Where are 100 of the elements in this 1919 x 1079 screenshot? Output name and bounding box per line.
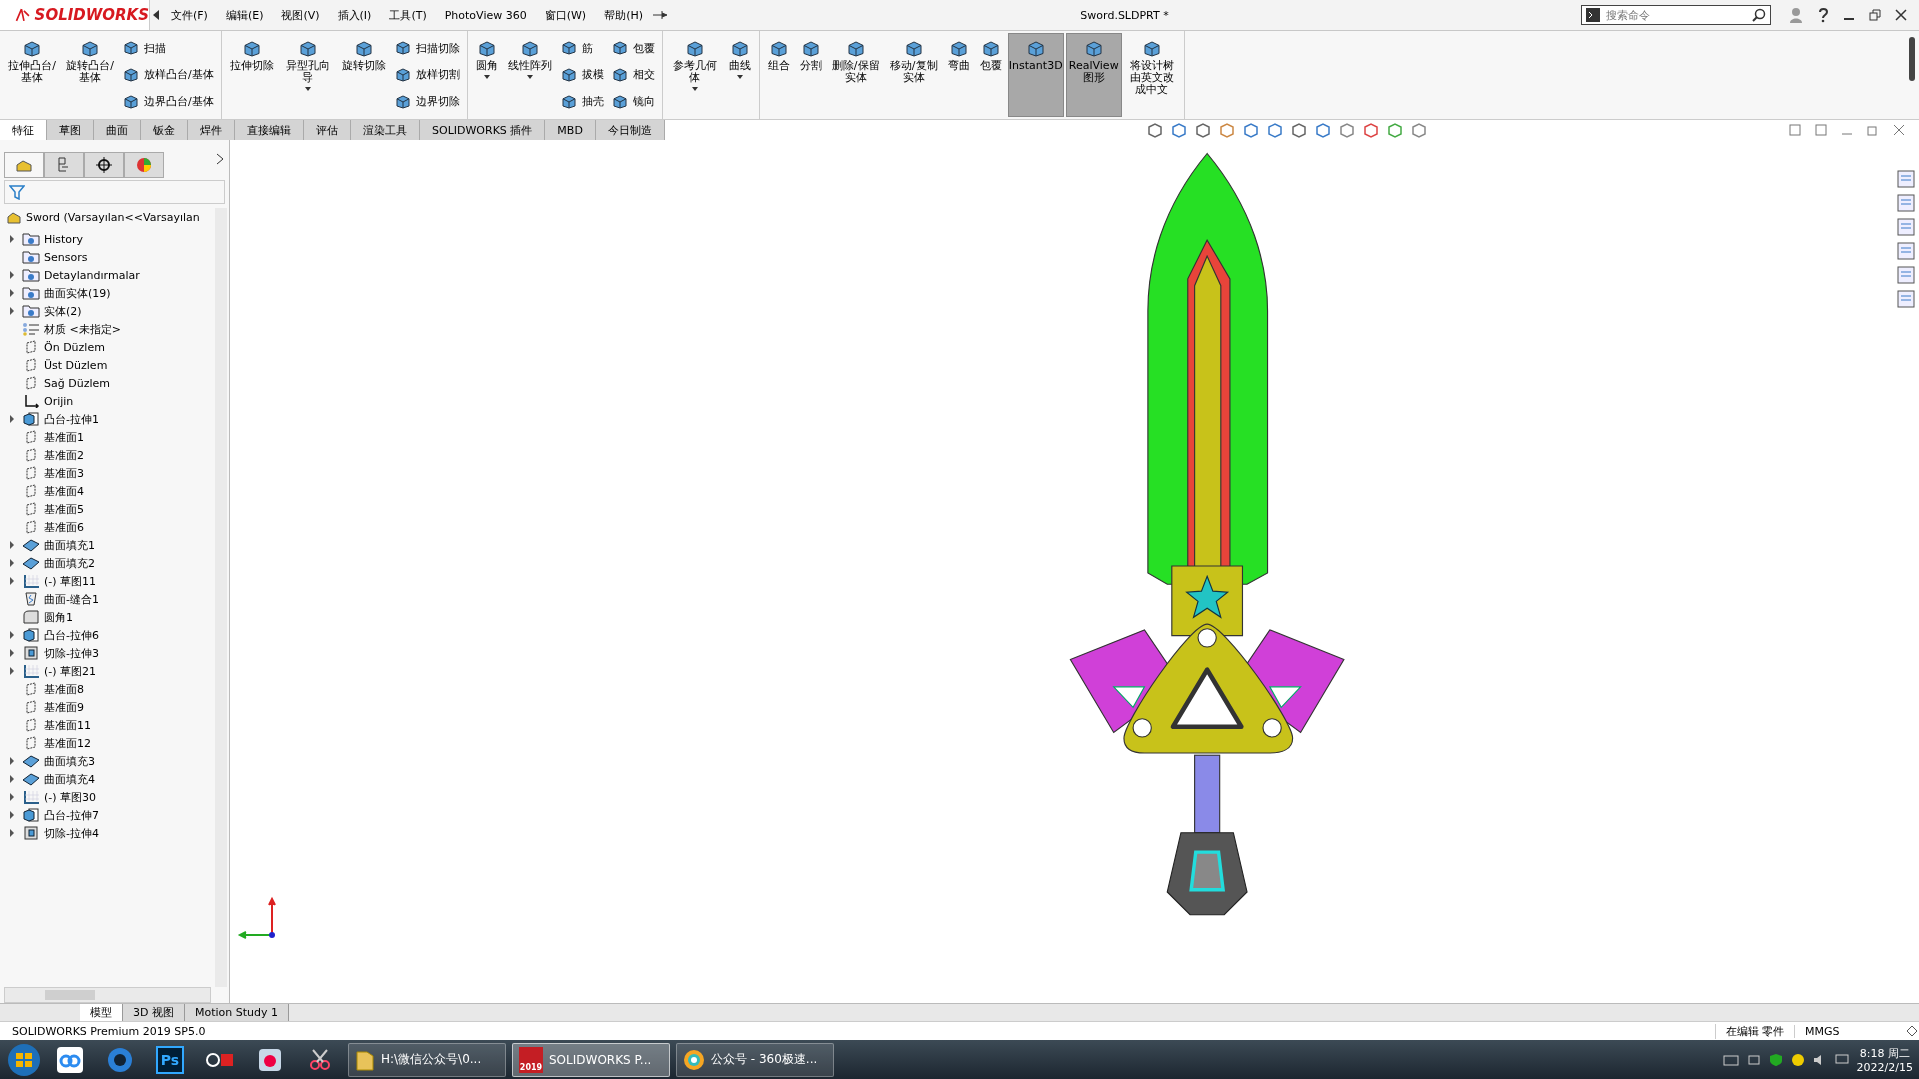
tool-button[interactable]: 拉伸切除 [225,33,278,117]
tool-button[interactable]: 删除/保留实体 [827,33,884,117]
tree-item[interactable]: 凸台-拉伸1 [44,411,99,427]
taskbar-window-button[interactable]: H:\微信公众号\0... [348,1042,506,1077]
tool-button[interactable]: 扫描 [120,39,217,58]
settings-icon[interactable] [1905,1024,1919,1038]
tool-button[interactable]: 圆角 [471,33,502,117]
taskbar-window-button[interactable]: 2019 SOLIDWORKS P... [512,1042,670,1077]
tool-button[interactable]: 包覆 [975,33,1006,117]
tab[interactable]: 3D 视图 [123,1004,185,1021]
tool-button[interactable]: 组合 [763,33,794,117]
tool-button[interactable]: 参考几何体 [666,33,723,117]
expand-arrow-icon[interactable] [8,414,16,424]
tool-button[interactable]: RealView 图形 [1065,33,1122,117]
tree-item[interactable]: Sensors [44,250,88,264]
search-input[interactable]: 搜索命令 [1604,7,1748,23]
tool-button[interactable]: 分割 [795,33,826,117]
tool-button[interactable]: 弯曲 [943,33,974,117]
view-toolbar-icon[interactable] [1410,122,1427,138]
tool-button[interactable]: 移动/复制实体 [885,33,942,117]
tree-item[interactable]: 切除-拉伸4 [44,825,99,841]
menu-item[interactable]: 文件(F) [162,7,217,23]
tree-item[interactable]: 基准面3 [44,465,84,481]
tab[interactable]: 草图 [47,120,94,140]
tree-item[interactable]: 曲面实体(19) [44,285,111,301]
tab[interactable]: SOLIDWORKS 插件 [420,120,546,140]
tool-button[interactable]: 旋转切除 [337,33,390,117]
tree-item[interactable]: Üst Düzlem [44,358,108,372]
close-icon[interactable] [1895,9,1907,21]
tree-item[interactable]: 曲面填充3 [44,753,95,769]
tool-button[interactable]: 扫描切除 [391,39,463,58]
tree-item[interactable]: 基准面4 [44,483,84,499]
tab[interactable]: 渲染工具 [351,120,420,140]
tool-button[interactable]: 镜向 [608,92,658,111]
tree-item[interactable]: History [44,232,84,246]
tree-item[interactable]: Sağ Düzlem [44,376,110,390]
tree-item[interactable]: 曲面填充2 [44,555,95,571]
tool-button[interactable]: 抽壳 [557,92,607,111]
tree-item[interactable]: 基准面5 [44,501,84,517]
tab[interactable]: 直接编辑 [235,120,304,140]
tab[interactable]: Motion Study 1 [184,1004,289,1021]
tool-button[interactable]: 拉伸凸台/基体 [4,33,60,117]
tool-button[interactable]: 包覆 [608,39,658,58]
tab[interactable]: 今日制造 [595,120,665,140]
tree-item[interactable]: 基准面12 [44,735,91,751]
tool-button[interactable]: 放样凸台/基体 [120,66,217,84]
restore-icon[interactable] [1869,9,1881,21]
search-field[interactable]: 搜索命令 [1581,5,1771,25]
tool-button[interactable]: 边界切除 [391,92,463,111]
view-toolbar-icon[interactable] [1218,122,1235,138]
tree-item[interactable]: 基准面2 [44,447,84,463]
photoshop-icon[interactable]: Ps [156,1045,184,1074]
tab[interactable]: 曲面 [94,120,141,140]
view-toolbar-icon[interactable] [1170,122,1187,138]
tree-item[interactable]: Orijin [44,394,74,408]
tree-item[interactable]: 材质 <未指定> [44,321,121,337]
view-toolbar-icon[interactable] [1338,122,1355,138]
tree-item[interactable]: 实体(2) [44,303,82,319]
tree-item[interactable]: 曲面填充1 [44,537,95,553]
tab[interactable]: 钣金 [141,120,188,140]
tool-button[interactable]: Instant3D [1007,33,1064,117]
tool-button[interactable]: 将设计树由英文改成中文 [1123,33,1180,117]
menu-item[interactable]: 插入(I) [328,7,381,23]
tab[interactable]: 特征 [0,120,47,140]
tool-button[interactable]: 线性阵列 [503,33,556,117]
tree-item[interactable]: Ön Düzlem [44,340,105,354]
view-toolbar-icon[interactable] [1386,122,1403,138]
tree-item[interactable]: 基准面8 [44,681,84,697]
menu-item[interactable]: 窗口(W) [535,7,596,23]
tab[interactable]: 焊件 [188,120,235,140]
tree-item[interactable]: Detaylandırmalar [44,268,140,282]
units-field[interactable]: MMGS [1794,1024,1905,1038]
tool-button[interactable]: 边界凸台/基体 [120,92,217,111]
tool-button[interactable]: 拔模 [557,66,607,84]
tree-item[interactable]: 凸台-拉伸7 [44,807,99,823]
tree-item[interactable]: 切除-拉伸3 [44,645,99,661]
view-toolbar-icon[interactable] [1194,122,1211,138]
user-icon[interactable] [1789,7,1803,23]
tree-item[interactable]: 基准面11 [44,717,91,733]
menu-item[interactable]: 工具(T) [380,7,436,23]
tree-item[interactable]: 曲面-缝合1 [44,591,99,607]
tool-button[interactable]: 筋 [557,39,607,58]
menu-item[interactable]: PhotoView 360 [435,8,536,22]
pin-icon[interactable] [652,9,669,21]
view-toolbar-icon[interactable] [1314,122,1331,138]
tree-item[interactable]: 圆角1 [44,609,73,625]
tool-button[interactable]: 放样切割 [391,66,463,84]
tree-item[interactable]: 基准面1 [44,429,84,445]
view-toolbar-icon[interactable] [1362,122,1379,138]
tool-button[interactable]: 旋转凸台/基体 [62,33,118,117]
panel-icon[interactable] [1789,124,1801,136]
clock[interactable]: 8:18 周二 2022/2/15 [1856,1045,1913,1074]
tree-item[interactable]: 凸台-拉伸6 [44,627,99,643]
tool-button[interactable]: 曲线 [724,33,755,117]
expand-arrow-icon[interactable] [8,234,16,244]
chevron-right-icon[interactable] [215,152,225,166]
menu-item[interactable]: 视图(V) [272,7,329,23]
tree-item[interactable]: (-) 草图11 [44,573,97,589]
filter-icon[interactable] [9,184,25,200]
menu-item[interactable]: 编辑(E) [216,7,273,23]
